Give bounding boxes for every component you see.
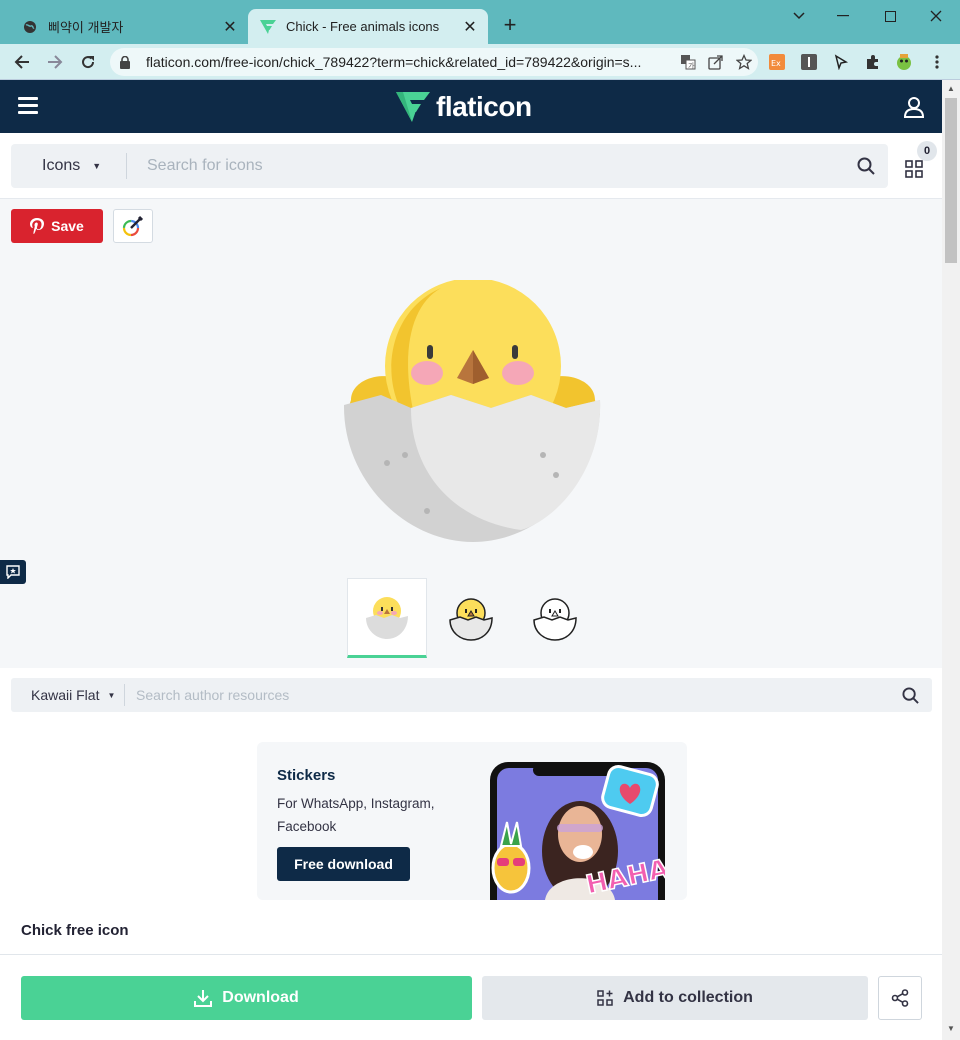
ad-text: For WhatsApp, Instagram, Facebook xyxy=(277,796,435,834)
caret-down-icon: ▼ xyxy=(92,161,102,171)
variant-flat[interactable] xyxy=(347,578,427,658)
icon-style-variants xyxy=(0,578,942,660)
back-icon[interactable] xyxy=(10,50,34,74)
search-bar: Icons ▼ Search for icons xyxy=(11,144,888,188)
download-icon xyxy=(194,990,213,1007)
collections-grid-icon[interactable] xyxy=(905,160,925,180)
user-account-icon[interactable] xyxy=(903,96,925,118)
ad-title: Stickers xyxy=(277,767,336,784)
pinterest-save-button[interactable]: Save xyxy=(11,209,103,243)
author-search-bar: Kawaii Flat ▼ Search author resources xyxy=(11,678,932,712)
page-viewport: flaticon Icons ▼ Search for icons 0 Save… xyxy=(0,80,942,1040)
feedback-icon xyxy=(6,565,20,579)
tab-title: Chick - Free animals icons xyxy=(286,19,440,34)
search-section: Icons ▼ Search for icons 0 xyxy=(0,133,942,199)
pinterest-icon xyxy=(30,218,45,234)
flaticon-logo-icon xyxy=(396,92,430,122)
bookmark-star-icon[interactable] xyxy=(730,54,758,70)
site-header: flaticon xyxy=(0,80,942,133)
add-to-collection-button[interactable]: Add to collection xyxy=(482,976,868,1020)
browser-window: 삐약이 개발자 ✕ Chick - Free animals icons ✕ + xyxy=(0,0,960,1040)
svg-text:가: 가 xyxy=(688,61,695,70)
tab-inactive[interactable]: 삐약이 개발자 ✕ xyxy=(8,9,248,44)
action-bar: Download Add to collection xyxy=(0,954,942,1040)
forward-icon[interactable] xyxy=(43,50,67,74)
icon-title: Chick free icon xyxy=(21,922,129,939)
scroll-up-icon[interactable]: ▲ xyxy=(946,84,956,94)
tab-active[interactable]: Chick - Free animals icons ✕ xyxy=(248,9,488,44)
extension-ex-icon[interactable]: Ex xyxy=(768,53,786,71)
svg-text:Ex: Ex xyxy=(771,59,781,68)
minimize-icon[interactable] xyxy=(828,4,858,28)
collection-count-badge: 0 xyxy=(917,141,937,161)
search-icon[interactable] xyxy=(888,686,932,704)
chick-icon-preview xyxy=(341,278,605,542)
browser-toolbar: flaticon.com/free-icon/chick_789422?term… xyxy=(0,44,960,80)
tab-title: 삐약이 개발자 xyxy=(48,20,124,35)
maximize-icon[interactable] xyxy=(875,4,905,28)
save-label: Save xyxy=(51,218,84,234)
extensions-puzzle-icon[interactable] xyxy=(864,53,882,71)
scroll-down-icon[interactable]: ▼ xyxy=(946,1024,956,1034)
tab-search-icon[interactable] xyxy=(784,4,814,28)
collection-label: Add to collection xyxy=(623,989,753,1006)
download-label: Download xyxy=(222,989,299,1006)
translate-icon[interactable]: 가 xyxy=(674,54,702,70)
close-tab-icon[interactable]: ✕ xyxy=(460,17,480,37)
phone-stickers-image: HAHA xyxy=(490,762,665,900)
variant-lineal[interactable] xyxy=(515,578,595,658)
caret-down-icon: ▼ xyxy=(107,690,116,700)
reload-icon[interactable] xyxy=(76,50,100,74)
tab-bar: 삐약이 개발자 ✕ Chick - Free animals icons ✕ + xyxy=(0,0,960,44)
new-tab-icon[interactable]: + xyxy=(498,14,522,38)
add-collection-icon xyxy=(597,990,613,1006)
site-logo[interactable]: flaticon xyxy=(396,91,532,123)
url-text: flaticon.com/free-icon/chick_789422?term… xyxy=(146,54,642,70)
extension-i-icon[interactable] xyxy=(800,53,818,71)
scrollbar-thumb[interactable] xyxy=(945,98,957,263)
chick-flat-icon xyxy=(366,597,408,639)
stickers-ad: Stickers For WhatsApp, Instagram, Facebo… xyxy=(257,742,687,900)
share-page-icon[interactable] xyxy=(702,54,730,70)
close-tab-icon[interactable]: ✕ xyxy=(220,17,240,37)
chick-lineal-color-icon xyxy=(449,598,493,641)
download-button[interactable]: Download xyxy=(21,976,472,1020)
globe-icon xyxy=(22,19,38,35)
browser-menu-icon[interactable] xyxy=(928,53,946,71)
chick-lineal-icon xyxy=(533,598,577,641)
share-button[interactable] xyxy=(878,976,922,1020)
share-icon xyxy=(891,989,909,1007)
resource-type-label: Icons xyxy=(42,157,81,174)
search-input[interactable]: Search for icons xyxy=(127,157,844,175)
edit-icon-button[interactable] xyxy=(113,209,153,243)
free-download-button[interactable]: Free download xyxy=(277,847,410,881)
extension-cursor-icon[interactable] xyxy=(832,53,850,71)
resource-type-select[interactable]: Icons ▼ xyxy=(11,157,126,175)
color-edit-icon xyxy=(122,215,144,237)
page-scrollbar[interactable]: ▲ ▼ xyxy=(942,80,960,1040)
profile-avatar-icon[interactable] xyxy=(895,53,913,71)
close-window-icon[interactable] xyxy=(921,4,951,28)
lock-icon xyxy=(120,55,134,69)
style-select[interactable]: Kawaii Flat ▼ xyxy=(11,687,124,703)
menu-icon[interactable] xyxy=(18,97,38,115)
address-bar[interactable]: flaticon.com/free-icon/chick_789422?term… xyxy=(110,48,758,76)
style-label: Kawaii Flat xyxy=(31,687,100,703)
search-icon[interactable] xyxy=(844,157,888,175)
flaticon-favicon-icon xyxy=(260,19,276,35)
variant-lineal-color[interactable] xyxy=(431,578,511,658)
author-search-input[interactable]: Search author resources xyxy=(125,687,888,703)
feedback-tab[interactable] xyxy=(0,560,26,584)
logo-text: flaticon xyxy=(436,91,532,122)
